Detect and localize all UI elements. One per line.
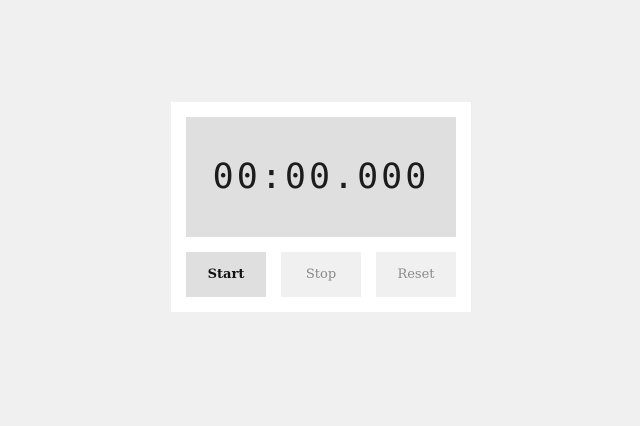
time-readout: 00:00.000 bbox=[212, 157, 430, 197]
stopwatch-controls: Start Stop Reset bbox=[186, 252, 456, 297]
stop-button[interactable]: Stop bbox=[281, 252, 361, 297]
stopwatch-card: 00:00.000 Start Stop Reset bbox=[171, 102, 471, 312]
reset-button[interactable]: Reset bbox=[376, 252, 456, 297]
time-display: 00:00.000 bbox=[186, 117, 456, 237]
start-button[interactable]: Start bbox=[186, 252, 266, 297]
